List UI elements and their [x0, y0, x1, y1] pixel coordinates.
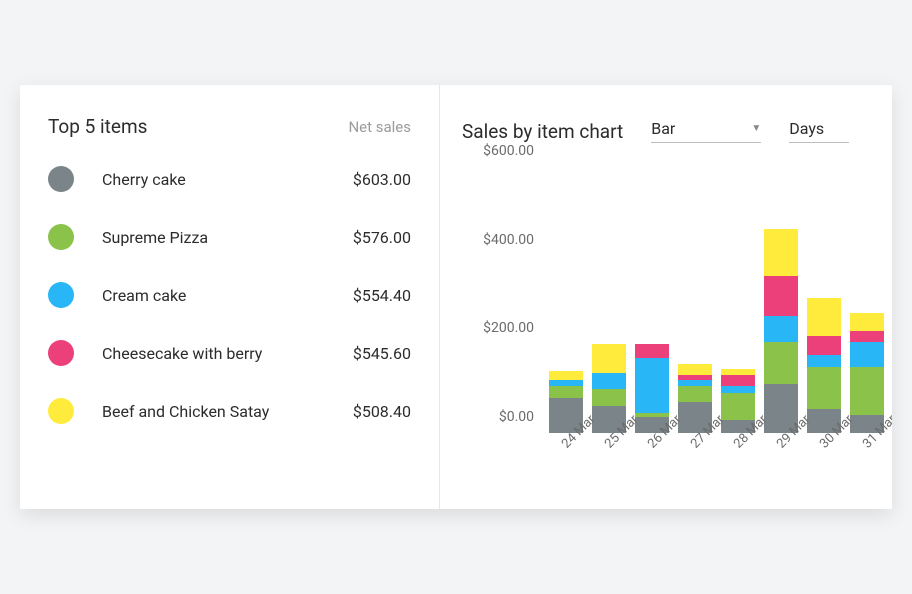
item-amount: $576.00 [353, 228, 411, 247]
top-items-header: Top 5 items Net sales [48, 115, 411, 138]
y-tick-label: $200.00 [483, 320, 534, 336]
list-item[interactable]: Supreme Pizza$576.00 [48, 224, 411, 250]
chart-title: Sales by item chart [462, 120, 623, 143]
color-dot-icon [48, 166, 74, 192]
item-name: Cherry cake [102, 170, 353, 189]
color-dot-icon [48, 340, 74, 366]
chart-area: $0.00$200.00$400.00$600.00 24 Mar25 Mar2… [462, 167, 892, 497]
y-tick-label: $0.00 [499, 409, 534, 425]
item-name: Cheesecake with berry [102, 344, 353, 363]
chart-bar-segment [721, 369, 755, 376]
chart-type-dropdown[interactable]: Bar ▼ [651, 115, 761, 143]
color-dot-icon [48, 224, 74, 250]
chart-bar-segment [635, 358, 669, 413]
item-name: Beef and Chicken Satay [102, 402, 353, 421]
chart-bar-segment [850, 313, 884, 331]
chart-header: Sales by item chart Bar ▼ Days [462, 115, 892, 143]
chart-panel: Sales by item chart Bar ▼ Days $0.00 $200… [440, 85, 892, 509]
chart-bar-segment [721, 386, 755, 393]
chart-bar-segment [678, 386, 712, 402]
chart-bar-segment [764, 316, 798, 343]
y-axis-labels: $0.00$200.00$400.00$600.00 [462, 167, 534, 433]
chart-bar-segment [678, 380, 712, 387]
y-tick-label: $400.00 [483, 232, 534, 248]
chart-plot [540, 167, 892, 433]
chart-type-value: Bar [651, 119, 675, 138]
chart-bar-segment [764, 229, 798, 276]
chart-bar-segment [850, 367, 884, 416]
chart-bar-segment [549, 371, 583, 380]
chart-bar-segment [807, 367, 841, 409]
x-axis-labels: 24 Mar25 Mar26 Mar27 Mar28 Mar29 Mar30 M… [540, 433, 892, 497]
top-items-panel: Top 5 items Net sales Cherry cake$603.00… [20, 85, 440, 509]
dashboard-card: Top 5 items Net sales Cherry cake$603.00… [20, 85, 892, 509]
chart-bar-segment [850, 331, 884, 342]
chart-period-value: Days [789, 119, 824, 138]
chart-bar-segment [549, 386, 583, 397]
chart-bar-segment [721, 375, 755, 386]
y-tick-label: $600.00 [483, 143, 534, 159]
chart-bar-segment [807, 298, 841, 336]
chart-bar-segment [678, 364, 712, 375]
chart-bars [540, 167, 892, 433]
chart-bar-segment [764, 342, 798, 384]
list-item[interactable]: Beef and Chicken Satay$508.40 [48, 398, 411, 424]
top-items-title: Top 5 items [48, 115, 147, 138]
chart-bar-segment [549, 380, 583, 387]
chart-bar-segment [592, 373, 626, 389]
chart-bar-segment [807, 336, 841, 356]
chart-bar-segment [592, 344, 626, 373]
list-item[interactable]: Cherry cake$603.00 [48, 166, 411, 192]
list-item[interactable]: Cheesecake with berry$545.60 [48, 340, 411, 366]
chart-bar[interactable] [850, 313, 884, 433]
item-amount: $603.00 [353, 170, 411, 189]
list-item[interactable]: Cream cake$554.40 [48, 282, 411, 308]
chevron-down-icon: ▼ [751, 123, 761, 134]
color-dot-icon [48, 398, 74, 424]
chart-bar[interactable] [764, 229, 798, 433]
color-dot-icon [48, 282, 74, 308]
item-amount: $508.40 [353, 402, 411, 421]
item-name: Supreme Pizza [102, 228, 353, 247]
item-amount: $554.40 [353, 286, 411, 305]
item-name: Cream cake [102, 286, 353, 305]
chart-bar-segment [850, 342, 884, 366]
chart-bar-segment [721, 393, 755, 420]
chart-bar-segment [807, 355, 841, 366]
chart-bar[interactable] [807, 298, 841, 433]
chart-bar-segment [592, 389, 626, 407]
chart-bar-segment [635, 344, 669, 357]
item-amount: $545.60 [353, 344, 411, 363]
chart-bar-segment [764, 276, 798, 316]
chart-period-dropdown[interactable]: Days [789, 115, 849, 143]
net-sales-label: Net sales [348, 118, 411, 136]
top-items-list: Cherry cake$603.00 Supreme Pizza$576.00 Cr… [48, 166, 411, 424]
